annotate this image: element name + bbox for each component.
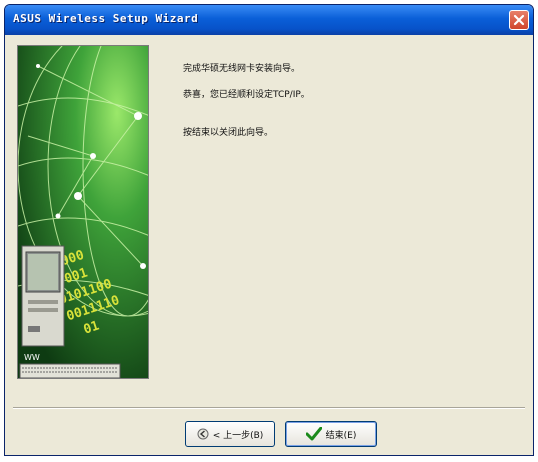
close-icon	[513, 14, 525, 26]
wizard-banner-image: 10000 100001 00101100 0011110 01 WW	[17, 45, 149, 379]
back-arrow-icon	[197, 428, 209, 440]
back-button[interactable]: < 上一步(B)	[185, 421, 275, 447]
keyboard-label: WW	[24, 353, 40, 362]
title-bar[interactable]: ASUS Wireless Setup Wizard	[5, 5, 533, 35]
close-button[interactable]	[509, 10, 529, 30]
completion-heading: 完成华硕无线网卡安装向导。	[183, 64, 301, 74]
window-title: ASUS Wireless Setup Wizard	[13, 12, 199, 25]
wizard-window: ASUS Wireless Setup Wizard 10000 100001 …	[4, 4, 534, 456]
finish-button-label: 结束(E)	[325, 430, 357, 441]
button-separator	[13, 407, 525, 409]
tcpip-message: 恭喜，您已经顺利设定TCP/IP。	[183, 90, 310, 100]
checkmark-icon	[305, 427, 322, 441]
back-button-label: < 上一步(B)	[212, 430, 264, 441]
finish-instruction: 按结束以关闭此向导。	[183, 128, 274, 138]
network-globe-illustration: 10000 100001 00101100 0011110 01 WW	[18, 46, 148, 378]
finish-button[interactable]: 结束(E)	[285, 421, 377, 447]
